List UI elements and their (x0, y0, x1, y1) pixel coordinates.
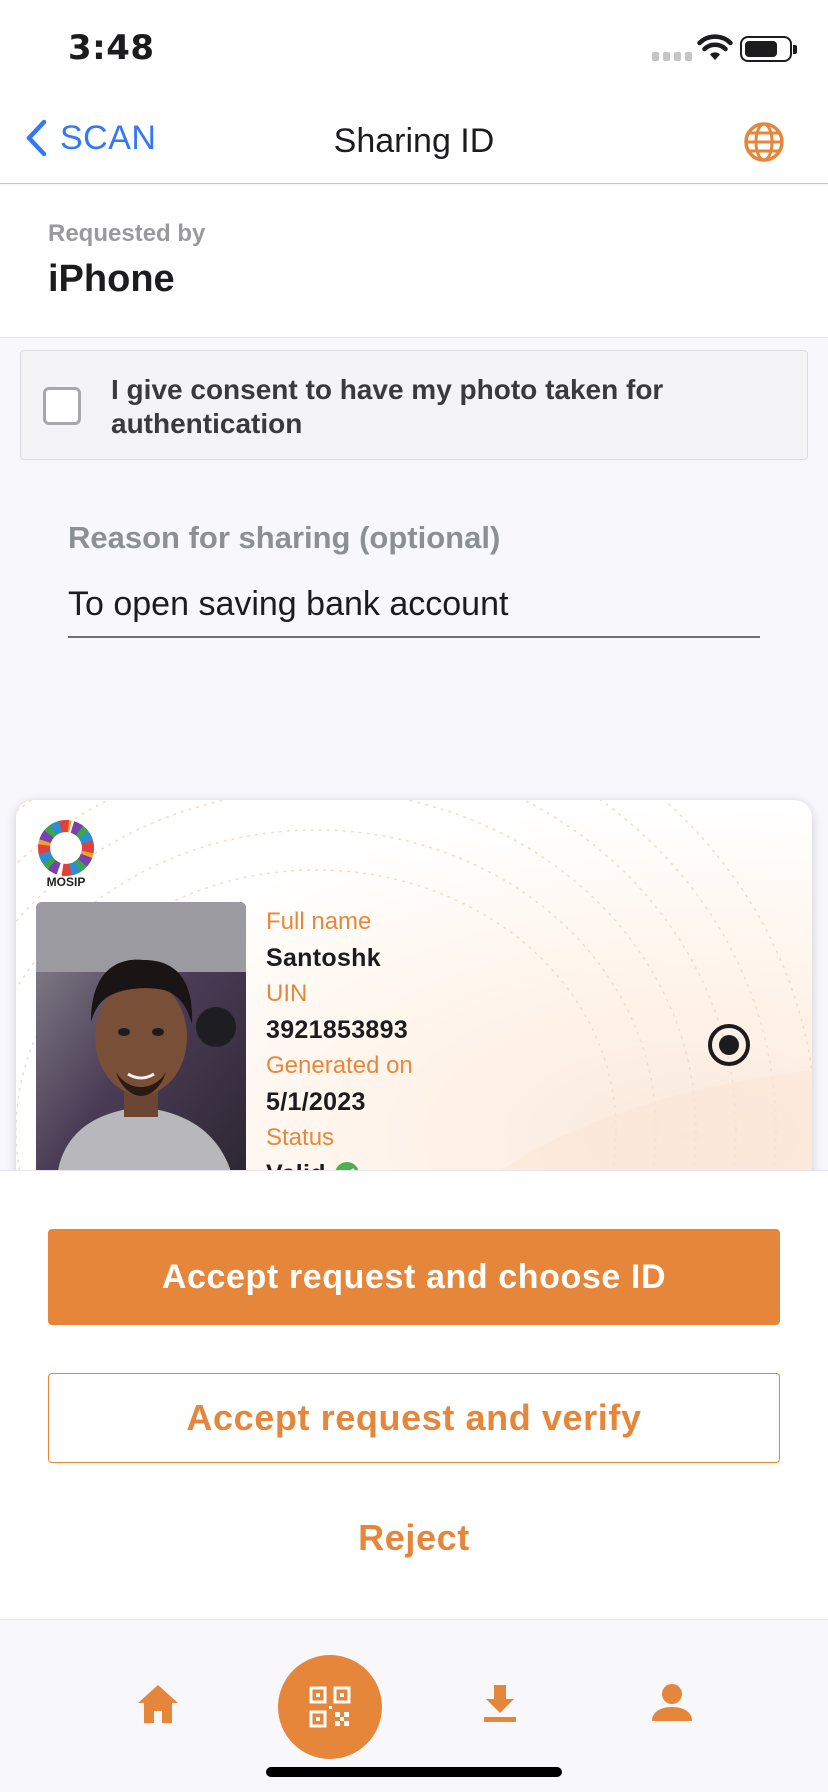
mosip-logo: MOSIP (38, 820, 94, 889)
requested-by-caption: Requested by (48, 220, 206, 247)
action-panel: Accept request and choose ID Accept requ… (0, 1170, 828, 1620)
tab-home[interactable] (136, 1683, 180, 1730)
uin-value: 3921853893 (266, 1016, 409, 1044)
consent-checkbox-row[interactable]: I give consent to have my photo taken fo… (20, 350, 808, 460)
qr-scan-icon (309, 1686, 351, 1728)
requester-name: iPhone (48, 258, 175, 300)
home-indicator (266, 1767, 562, 1777)
tab-download[interactable] (478, 1681, 522, 1730)
accept-and-choose-id-button[interactable]: Accept request and choose ID (48, 1229, 780, 1325)
tab-profile[interactable] (650, 1681, 694, 1730)
download-icon (484, 1685, 516, 1722)
reject-button[interactable]: Reject (48, 1493, 780, 1583)
reason-input[interactable] (68, 572, 760, 638)
battery-icon (740, 36, 797, 62)
status-bar: 3:48 (0, 0, 828, 100)
profile-icon (652, 1684, 692, 1721)
card-fields: Full name Santoshk UIN 3921853893 Genera… (266, 904, 413, 1192)
consent-checkbox[interactable] (43, 387, 81, 425)
globe-icon (744, 122, 784, 162)
navigation-bar: SCAN Sharing ID (0, 100, 828, 184)
consent-text: I give consent to have my photo taken fo… (111, 374, 664, 439)
uin-label: UIN (266, 980, 308, 1007)
generated-on-value: 5/1/2023 (266, 1088, 366, 1116)
page-title: Sharing ID (333, 122, 495, 160)
tab-bar (0, 1621, 828, 1792)
tab-scan[interactable] (278, 1655, 382, 1759)
status-label: Status (266, 1124, 335, 1151)
requester-section: Requested by iPhone (0, 186, 828, 338)
holder-photo (36, 902, 246, 1192)
language-button[interactable] (742, 120, 786, 169)
status-time: 3:48 (68, 28, 155, 68)
cellular-signal-icon (652, 52, 692, 61)
full-name-label: Full name (266, 908, 372, 935)
accept-and-verify-button[interactable]: Accept request and verify (48, 1373, 780, 1463)
svg-text:MOSIP: MOSIP (47, 875, 86, 889)
full-name-value: Santoshk (266, 944, 381, 972)
home-icon (138, 1685, 178, 1723)
wifi-icon (697, 34, 733, 60)
generated-on-label: Generated on (266, 1052, 413, 1079)
id-card[interactable]: MOSIP Full name Santoshk UIN 3921853893 … (16, 800, 812, 1220)
card-select-radio[interactable] (708, 1024, 750, 1066)
reason-label: Reason for sharing (optional) (68, 520, 501, 555)
